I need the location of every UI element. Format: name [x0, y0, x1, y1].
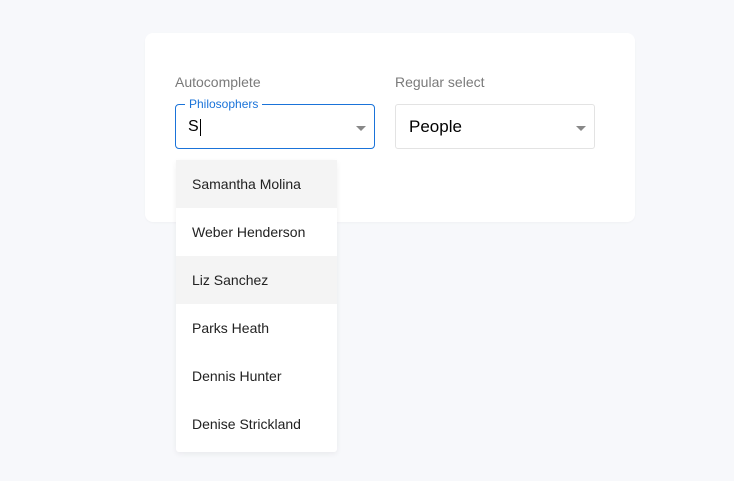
dropdown-option[interactable]: Denise Strickland [176, 400, 337, 448]
philosophers-autocomplete-input[interactable]: Philosophers S [175, 97, 375, 149]
dropdown-option[interactable]: Samantha Molina [176, 160, 337, 208]
chevron-down-icon[interactable] [356, 126, 366, 131]
dropdown-option[interactable]: Liz Sanchez [176, 256, 337, 304]
autocomplete-dropdown-list: Samantha Molina Weber Henderson Liz Sanc… [176, 160, 337, 452]
dropdown-option[interactable]: Weber Henderson [176, 208, 337, 256]
chevron-down-icon[interactable] [576, 126, 586, 131]
autocomplete-section-label: Autocomplete [175, 74, 261, 90]
autocomplete-typed-value: S [188, 118, 199, 135]
regular-select-section-label: Regular select [395, 74, 485, 90]
text-caret [199, 118, 201, 136]
people-regular-select[interactable]: People [395, 104, 595, 149]
regular-select-value: People [409, 117, 462, 136]
dropdown-option[interactable]: Dennis Hunter [176, 352, 337, 400]
dropdown-option[interactable]: Parks Heath [176, 304, 337, 352]
autocomplete-text[interactable]: S [188, 118, 201, 136]
autocomplete-floating-label: Philosophers [185, 97, 263, 111]
